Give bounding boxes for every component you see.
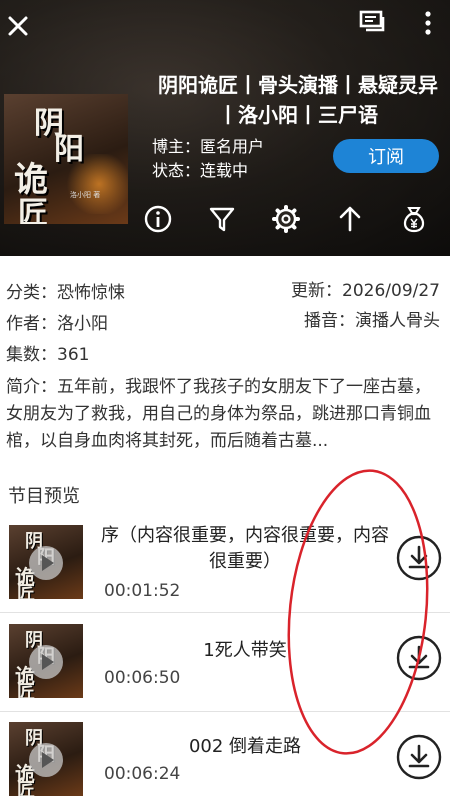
author-label: 作者：洛小阳	[6, 314, 108, 334]
episode-item[interactable]: 阴阳 诡匠 1死人带笑 00:06:50	[0, 614, 450, 712]
episode-count-label: 集数：361	[6, 345, 90, 365]
episode-item[interactable]: 阴阳 诡匠 序（内容很重要，内容很重要，内容很重要） 00:01:52	[0, 515, 450, 613]
cover-char: 匠	[18, 196, 48, 224]
narrator-label: 播音：演播人骨头	[304, 311, 440, 331]
episode-thumbnail: 阴阳 诡匠	[9, 722, 83, 796]
episode-title: 序（内容很重要，内容很重要，内容很重要）	[101, 525, 389, 572]
download-icon[interactable]	[396, 734, 442, 780]
cover-char: 阳	[54, 132, 84, 167]
book-title: 阴阳诡匠丨骨头演播丨悬疑灵异丨洛小阳丨三尸语	[158, 73, 438, 127]
status-label: 状态：连载中	[152, 161, 249, 180]
category-label: 分类：恐怖惊悚	[6, 283, 125, 303]
episode-thumbnail: 阴阳 诡匠	[9, 525, 83, 599]
settings-icon[interactable]	[271, 204, 301, 234]
synopsis[interactable]: 简介：五年前，我跟怀了我孩子的女朋友下了一座古墓，女朋友为了救我，用自己的身体为…	[6, 374, 444, 455]
episode-title: 1死人带笑	[203, 640, 287, 661]
info-icon[interactable]	[143, 204, 173, 234]
filter-icon[interactable]	[207, 204, 237, 234]
blogger-label: 博主：匿名用户	[152, 137, 265, 156]
subscribe-button[interactable]: 订阅	[333, 139, 439, 173]
arrow-up-icon[interactable]	[335, 204, 365, 234]
section-title: 节目预览	[8, 486, 80, 507]
cover-author: 洛小阳 著	[70, 191, 101, 199]
episode-title: 002 倒着走路	[188, 736, 302, 757]
download-icon[interactable]	[396, 535, 442, 581]
play-icon[interactable]	[29, 546, 63, 580]
play-icon[interactable]	[29, 645, 63, 679]
episode-item[interactable]: 阴阳 诡匠 002 倒着走路 00:06:24	[0, 712, 450, 810]
close-icon[interactable]	[6, 14, 30, 38]
download-icon[interactable]	[396, 635, 442, 681]
episode-thumbnail: 阴阳 诡匠	[9, 624, 83, 698]
episode-duration: 00:06:50	[104, 668, 181, 688]
play-icon[interactable]	[29, 743, 63, 777]
updated-label: 更新：2026/09/27	[291, 281, 440, 301]
money-bag-icon[interactable]	[399, 204, 429, 234]
book-cover: 阴 阳 诡 匠 洛小阳 著	[4, 94, 128, 224]
episode-duration: 00:01:52	[104, 581, 181, 601]
more-vert-icon[interactable]	[418, 8, 438, 38]
chat-icon[interactable]	[358, 8, 388, 38]
book-header: 阴 阳 诡 匠 洛小阳 著 阴阳诡匠丨骨头演播丨悬疑灵异丨洛小阳丨三尸语 博主：…	[0, 0, 450, 256]
episode-duration: 00:06:24	[104, 764, 181, 784]
